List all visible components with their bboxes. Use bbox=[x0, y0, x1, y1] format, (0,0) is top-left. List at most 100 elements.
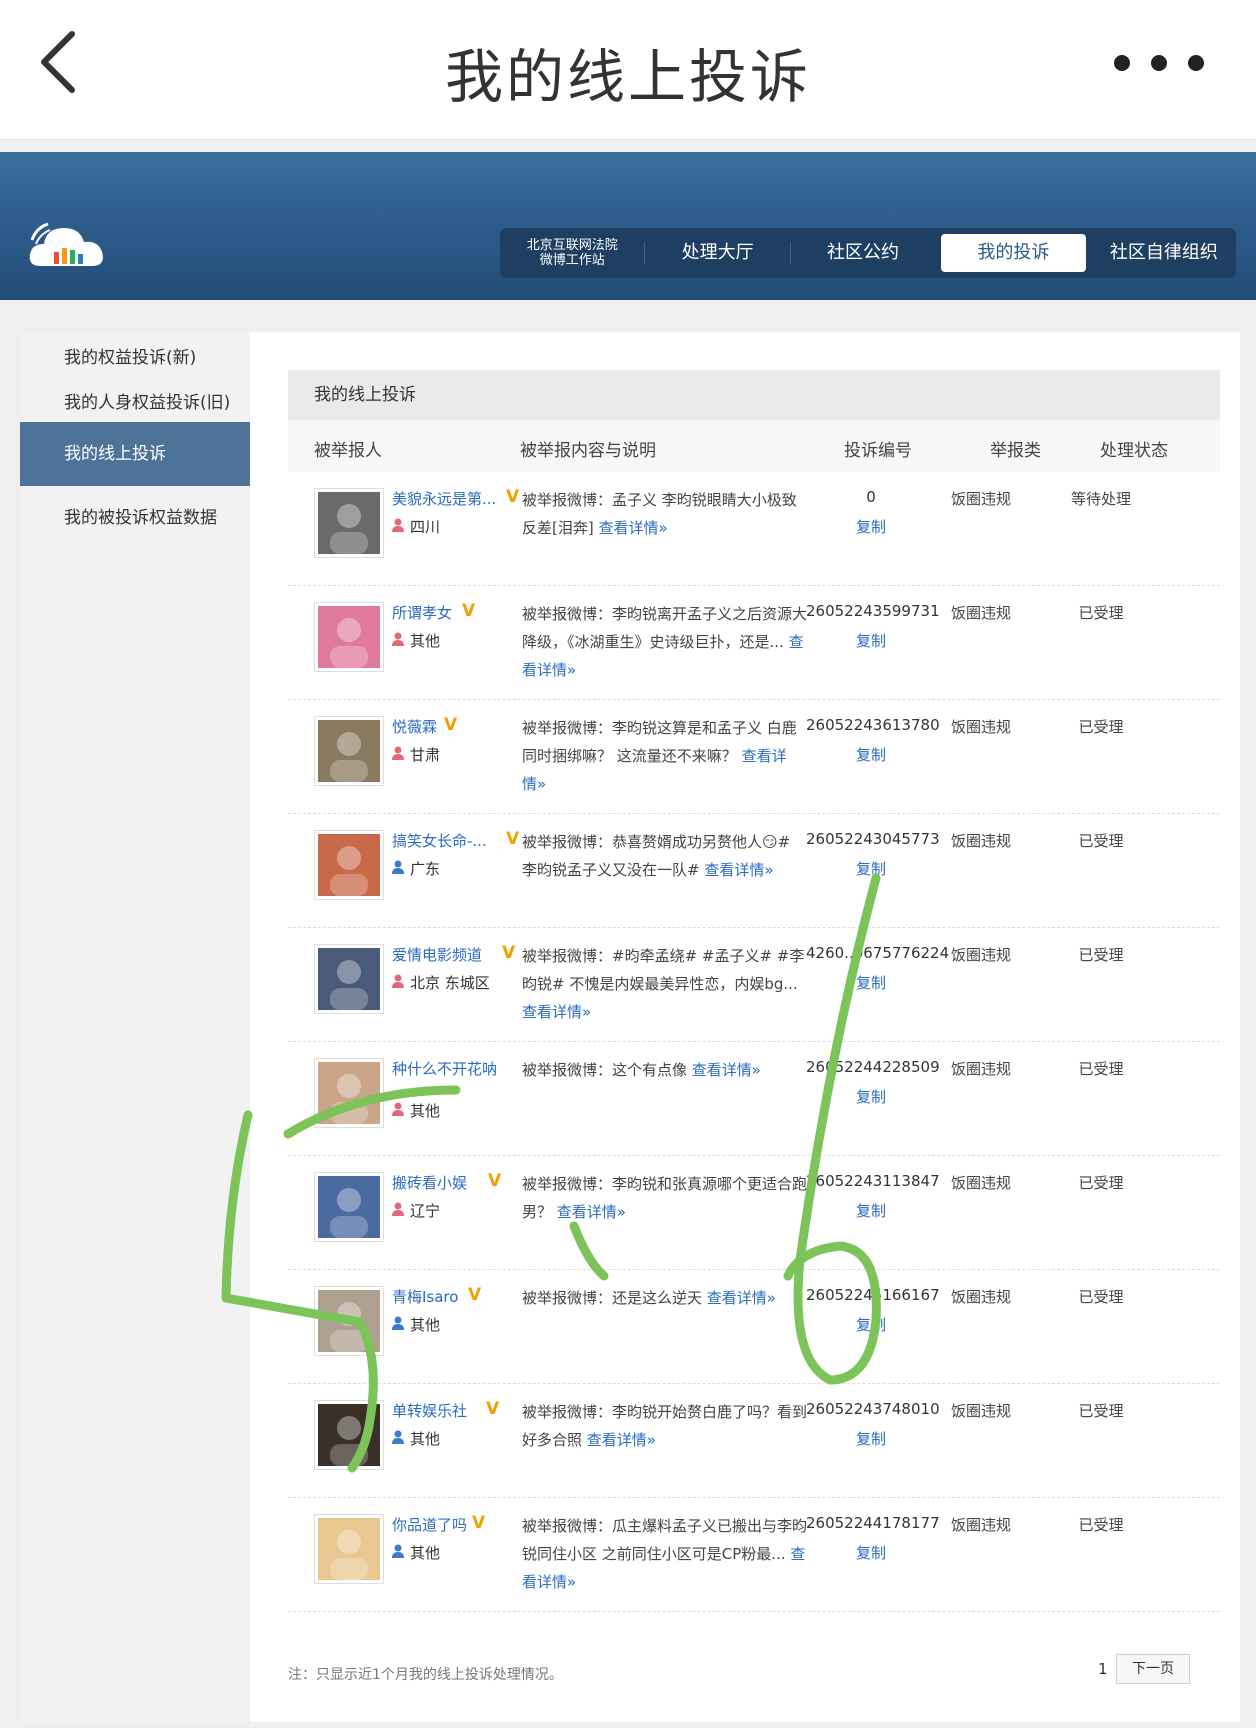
region-text: 四川 bbox=[410, 518, 441, 536]
reported-user-name[interactable]: 青梅Isaro bbox=[392, 1286, 458, 1307]
complaint-id: 4260..0675776224 bbox=[806, 944, 950, 962]
verified-v-icon: V bbox=[462, 601, 476, 621]
person-icon bbox=[392, 1430, 404, 1448]
complaint-id: 26052243613780 bbox=[806, 716, 940, 734]
footer-note: 注：只显示近1个月我的线上投诉处理情况。 bbox=[288, 1667, 563, 1683]
copy-button[interactable]: 复制 bbox=[806, 630, 936, 651]
copy-button[interactable]: 复制 bbox=[806, 1542, 936, 1563]
app-bar: 我的线上投诉 bbox=[0, 0, 1256, 140]
avatar[interactable] bbox=[314, 1058, 384, 1128]
person-icon bbox=[392, 1544, 404, 1562]
main-panel: 我的权益投诉(新) 我的人身权益投诉(旧) 我的线上投诉 我的被投诉权益数据 我… bbox=[20, 332, 1240, 1722]
sidebar-item-complained-data[interactable]: 我的被投诉权益数据 bbox=[20, 498, 250, 538]
complaint-status: 已受理 bbox=[1078, 1516, 1124, 1534]
avatar[interactable] bbox=[314, 1400, 384, 1470]
complaint-id: 0 bbox=[866, 488, 876, 506]
avatar[interactable] bbox=[314, 488, 384, 558]
complaint-status: 已受理 bbox=[1078, 604, 1124, 622]
avatar[interactable] bbox=[314, 1514, 384, 1584]
region-text: 辽宁 bbox=[410, 1202, 441, 1220]
verified-v-icon: V bbox=[444, 715, 458, 735]
complaint-id: 26052243045773 bbox=[806, 830, 940, 848]
verified-v-icon: V bbox=[486, 1399, 500, 1419]
next-page-button[interactable]: 下一页 bbox=[1116, 1654, 1190, 1684]
table-row: 搞笑女长命-... V 广东 被举报微博：恭喜赘婿成功另赘他人😏# 李昀锐孟子义… bbox=[288, 814, 1220, 928]
description-text: 被举报微博：还是这么逆天 bbox=[522, 1289, 703, 1307]
user-region: 其他 bbox=[392, 1428, 440, 1449]
avatar[interactable] bbox=[314, 944, 384, 1014]
sidebar-item-personal-rights-old[interactable]: 我的人身权益投诉(旧) bbox=[20, 384, 250, 422]
view-details-link[interactable]: 查看详情» bbox=[704, 861, 773, 879]
complaint-id: 26052243748010 bbox=[806, 1400, 940, 1418]
complaint-id: 26052243599731 bbox=[806, 602, 940, 620]
reported-user-name[interactable]: 所谓孝女 bbox=[392, 602, 452, 623]
complaint-type: 饭圈违规 bbox=[950, 604, 1011, 622]
col-complaint-id: 投诉编号 bbox=[844, 441, 912, 461]
reported-user-name[interactable]: 搬砖看小娱 bbox=[392, 1172, 467, 1193]
complaint-status: 已受理 bbox=[1078, 1060, 1124, 1078]
complaint-type: 饭圈违规 bbox=[950, 490, 1011, 508]
sidebar-item-rights-new[interactable]: 我的权益投诉(新) bbox=[20, 340, 250, 376]
reported-user-name[interactable]: 你品道了吗 bbox=[392, 1514, 467, 1535]
person-icon bbox=[392, 746, 404, 764]
nav-item-convention[interactable]: 社区公约 bbox=[791, 234, 935, 272]
description-text: 被举报微博：#昀牵孟绕# #孟子义# #李昀锐# 不愧是内娱最美异性恋，内娱bg… bbox=[522, 947, 805, 993]
complaint-description: 被举报微博：李昀锐开始赘白鹿了吗？看到好多合照 查看详情» bbox=[522, 1398, 808, 1454]
copy-button[interactable]: 复制 bbox=[806, 516, 936, 537]
copy-button[interactable]: 复制 bbox=[806, 1314, 936, 1335]
view-details-link[interactable]: 查看详情» bbox=[599, 519, 668, 537]
view-details-link[interactable]: 查看详情» bbox=[692, 1061, 761, 1079]
reported-user-name[interactable]: 爱情电影频道 bbox=[392, 944, 482, 965]
nav-item-my-complaints[interactable]: 我的投诉 bbox=[941, 234, 1086, 272]
avatar[interactable] bbox=[314, 602, 384, 672]
region-text: 北京 东城区 bbox=[410, 974, 490, 992]
complaints-content: 我的线上投诉 被举报人 被举报内容与说明 投诉编号 举报类 处理状态 美貌永远是… bbox=[288, 370, 1220, 1612]
nav-item-self-regulation[interactable]: 社区自律组织 bbox=[1092, 234, 1236, 272]
view-details-link[interactable]: 查看详情» bbox=[587, 1431, 656, 1449]
user-region: 广东 bbox=[392, 858, 440, 879]
copy-button[interactable]: 复制 bbox=[806, 1086, 936, 1107]
complaint-description: 被举报微博：瓜主爆料孟子义已搬出与李昀锐同住小区 之前同住小区可是CP粉最...… bbox=[522, 1512, 808, 1596]
complaint-status: 已受理 bbox=[1078, 832, 1124, 850]
user-region: 其他 bbox=[392, 1542, 440, 1563]
table-header: 被举报人 被举报内容与说明 投诉编号 举报类 处理状态 bbox=[288, 420, 1220, 472]
avatar[interactable] bbox=[314, 1286, 384, 1356]
copy-button[interactable]: 复制 bbox=[806, 858, 936, 879]
reported-user-name[interactable]: 单转娱乐社 bbox=[392, 1400, 467, 1421]
nav-item-hall[interactable]: 处理大厅 bbox=[645, 234, 789, 272]
copy-button[interactable]: 复制 bbox=[806, 972, 936, 993]
nav-label-line2: 微博工作站 bbox=[539, 253, 605, 268]
section-title: 我的线上投诉 bbox=[288, 370, 1220, 420]
table-row: 爱情电影频道 V 北京 东城区 被举报微博：#昀牵孟绕# #孟子义# #李昀锐#… bbox=[288, 928, 1220, 1042]
description-text: 被举报微博：瓜主爆料孟子义已搬出与李昀锐同住小区 之前同住小区可是CP粉最... bbox=[522, 1517, 808, 1563]
description-text: 被举报微博：李昀锐离开孟子义之后资源大降级，《冰湖重生》史诗级巨扑，还是... bbox=[522, 605, 808, 651]
page-number[interactable]: 1 bbox=[1098, 1660, 1108, 1678]
reported-user-name[interactable]: 美貌永远是第... bbox=[392, 488, 496, 509]
reported-user-name[interactable]: 种什么不开花呐 bbox=[392, 1058, 497, 1079]
person-icon bbox=[392, 518, 404, 536]
complaint-id: 26052243113847 bbox=[806, 1172, 940, 1190]
reported-user-name[interactable]: 悦薇霖 bbox=[392, 716, 437, 737]
view-details-link[interactable]: 查看详情» bbox=[557, 1203, 626, 1221]
user-region: 甘肃 bbox=[392, 744, 440, 765]
avatar[interactable] bbox=[314, 830, 384, 900]
more-options-icon[interactable] bbox=[1114, 48, 1204, 78]
copy-button[interactable]: 复制 bbox=[806, 1428, 936, 1449]
complaint-type: 饭圈违规 bbox=[950, 946, 1011, 964]
nav-label-line1: 北京互联网法院 bbox=[526, 238, 618, 253]
complaint-status: 已受理 bbox=[1078, 718, 1124, 736]
avatar[interactable] bbox=[314, 716, 384, 786]
view-details-link[interactable]: 查看详情» bbox=[522, 1003, 591, 1021]
verified-v-icon: V bbox=[472, 1513, 486, 1533]
complaint-id: 26052244178177 bbox=[806, 1514, 940, 1532]
nav-item-court-station[interactable]: 北京互联网法院 微博工作站 bbox=[500, 234, 644, 272]
complaint-type: 饭圈违规 bbox=[950, 1060, 1011, 1078]
avatar[interactable] bbox=[314, 1172, 384, 1242]
col-content: 被举报内容与说明 bbox=[520, 441, 656, 461]
copy-button[interactable]: 复制 bbox=[806, 744, 936, 765]
table-row: 单转娱乐社 V 其他 被举报微博：李昀锐开始赘白鹿了吗？看到好多合照 查看详情»… bbox=[288, 1384, 1220, 1498]
copy-button[interactable]: 复制 bbox=[806, 1200, 936, 1221]
sidebar-item-online-complaints[interactable]: 我的线上投诉 bbox=[20, 422, 250, 486]
reported-user-name[interactable]: 搞笑女长命-... bbox=[392, 830, 487, 851]
view-details-link[interactable]: 查看详情» bbox=[707, 1289, 776, 1307]
